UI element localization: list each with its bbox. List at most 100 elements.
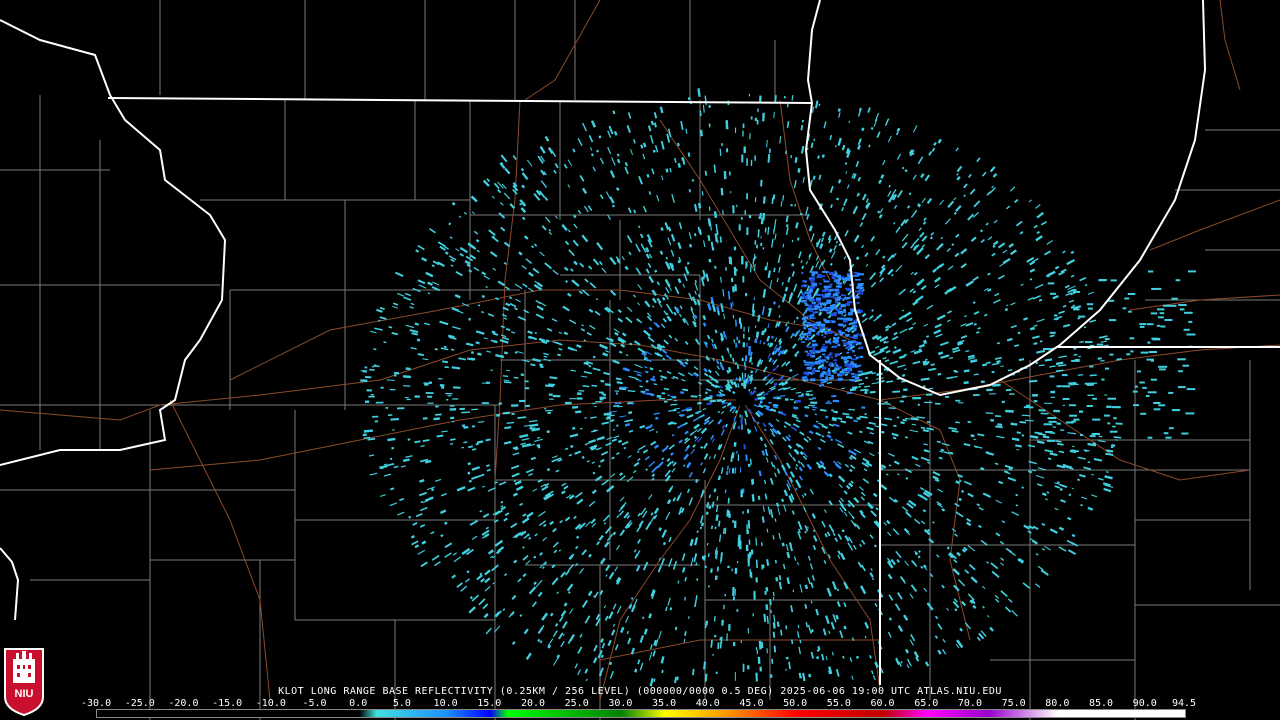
echo-pixel	[978, 507, 984, 511]
echo-pixel	[393, 371, 400, 375]
echo-pixel	[639, 662, 644, 671]
echo-pixel	[661, 457, 665, 461]
echo-pixel	[807, 624, 811, 631]
scale-label: 90.0	[1132, 698, 1157, 709]
echo-pixel	[785, 325, 790, 333]
echo-pixel	[815, 100, 819, 109]
echo-pixel	[700, 427, 708, 434]
echo-pixel	[895, 226, 901, 234]
echo-pixel	[682, 464, 686, 467]
echo-pixel	[741, 154, 744, 163]
echo-pixel	[501, 183, 507, 190]
echo-pixel	[1185, 412, 1195, 415]
highway	[149, 399, 742, 471]
echo-pixel	[770, 609, 772, 614]
echo-pixel	[604, 615, 609, 621]
echo-pixel	[811, 513, 816, 519]
echo-pixel	[787, 444, 793, 450]
echo-pixel	[1087, 506, 1094, 511]
echo-pixel	[1158, 404, 1166, 407]
echo-pixel	[486, 468, 491, 472]
echo-pixel	[816, 299, 821, 302]
echo-pixel	[992, 240, 999, 246]
echo-pixel	[511, 641, 516, 646]
echo-pixel	[857, 561, 863, 568]
echo-pixel	[966, 518, 972, 523]
echo-pixel	[740, 640, 742, 643]
echo-pixel	[964, 622, 971, 630]
echo-pixel	[837, 137, 842, 146]
echo-pixel	[1077, 374, 1084, 376]
echo-pixel	[624, 422, 631, 427]
echo-pixel	[432, 281, 440, 286]
echo-pixel	[941, 508, 946, 512]
echo-pixel	[1077, 456, 1086, 460]
echo-pixel	[807, 337, 810, 341]
echo-pixel	[471, 466, 481, 471]
echo-pixel	[952, 600, 960, 609]
echo-pixel	[1071, 420, 1076, 423]
echo-pixel	[727, 565, 730, 569]
echo-pixel	[667, 398, 672, 401]
echo-pixel	[587, 265, 593, 270]
echo-pixel	[723, 170, 727, 180]
echo-pixel	[379, 306, 385, 310]
echo-pixel	[667, 237, 672, 246]
echo-pixel	[440, 347, 449, 351]
echo-pixel	[848, 120, 851, 124]
echo-pixel	[820, 302, 826, 306]
echo-pixel	[579, 567, 584, 575]
echo-pixel	[968, 564, 976, 571]
echo-pixel	[660, 227, 664, 231]
echo-pixel	[574, 663, 579, 669]
echo-pixel	[834, 301, 839, 304]
echo-pixel	[628, 429, 634, 433]
echo-pixel	[819, 293, 824, 296]
echo-pixel	[402, 375, 411, 379]
echo-pixel	[551, 577, 559, 586]
echo-pixel	[694, 595, 698, 604]
echo-pixel	[805, 303, 809, 306]
echo-pixel	[417, 353, 424, 357]
echo-pixel	[893, 204, 898, 209]
echo-pixel	[821, 435, 825, 438]
echo-pixel	[619, 472, 624, 477]
echo-pixel	[883, 340, 887, 344]
echo-pixel	[809, 328, 812, 331]
echo-pixel	[649, 428, 655, 432]
echo-pixel	[549, 612, 554, 617]
echo-pixel	[1114, 439, 1118, 441]
echo-pixel	[733, 642, 736, 647]
echo-pixel	[754, 369, 758, 374]
echo-pixel	[815, 370, 820, 372]
echo-pixel	[804, 284, 807, 287]
echo-pixel	[1014, 198, 1019, 204]
echo-pixel	[766, 528, 769, 533]
echo-pixel	[775, 418, 780, 423]
echo-pixel	[853, 234, 860, 243]
echo-pixel	[663, 339, 669, 345]
echo-pixel	[543, 355, 548, 358]
echo-pixel	[913, 271, 918, 276]
echo-pixel	[808, 673, 812, 678]
echo-pixel	[561, 490, 566, 495]
echo-pixel	[975, 331, 980, 334]
echo-pixel	[627, 112, 632, 119]
echo-pixel	[750, 263, 752, 273]
echo-pixel	[821, 271, 828, 273]
echo-pixel	[934, 284, 940, 289]
echo-pixel	[757, 108, 759, 113]
echo-pixel	[713, 616, 716, 622]
echo-pixel	[1127, 293, 1136, 295]
echo-pixel	[823, 280, 830, 283]
echo-pixel	[373, 348, 377, 351]
echo-pixel	[422, 439, 430, 442]
echo-pixel	[765, 604, 769, 611]
echo-pixel	[682, 283, 686, 288]
echo-pixel	[903, 388, 908, 392]
echo-pixel	[869, 572, 874, 578]
echo-pixel	[782, 195, 785, 201]
echo-pixel	[637, 283, 643, 290]
echo-pixel	[744, 355, 748, 362]
echo-pixel	[587, 590, 593, 597]
